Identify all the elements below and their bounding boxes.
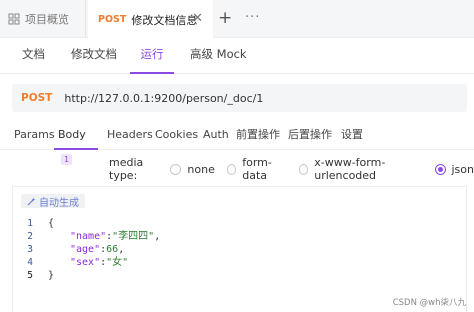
tab-project-overview[interactable]: 项目概览 — [0, 0, 86, 38]
radio-none[interactable] — [170, 163, 182, 175]
tab-post-actions[interactable]: 后置操作 — [288, 122, 332, 150]
tab-run[interactable]: 运行 — [130, 38, 174, 74]
media-option-none-label: none — [187, 162, 215, 176]
json-body-editor[interactable]: 自动生成 1 { 2 "name":"李四四", 3 "age":66, 4 "… — [12, 186, 467, 312]
tab-headers[interactable]: Headers — [107, 122, 153, 150]
tab-body[interactable]: Body 1 — [54, 122, 98, 165]
code-text: "age":66, — [70, 244, 125, 255]
code-line: 5 } — [13, 269, 466, 282]
code-line: 1 { — [13, 217, 466, 230]
overview-icon — [8, 13, 20, 25]
tab-edit-doc[interactable]: 修改文档 — [71, 38, 117, 74]
line-number: 3 — [27, 244, 33, 255]
radio-form-data[interactable] — [226, 163, 237, 175]
magic-wand-icon — [27, 197, 36, 205]
auto-generate-button[interactable]: 自动生成 — [21, 194, 85, 209]
code-text: { — [48, 218, 55, 229]
add-tab-icon[interactable]: + — [218, 8, 232, 28]
media-option-urlencoded-label: x-www-form-urlencoded — [314, 156, 386, 182]
line-number: 5 — [27, 270, 33, 281]
request-url-bar[interactable]: POST http://127.0.0.1:9200/person/_doc/1 — [12, 84, 467, 112]
json-key: "age" — [70, 244, 101, 255]
url-input[interactable]: http://127.0.0.1:9200/person/_doc/1 — [64, 92, 263, 105]
line-number: 1 — [27, 218, 33, 229]
code-line: 2 "name":"李四四", — [13, 230, 466, 243]
media-option-form-data[interactable]: form-data — [226, 156, 287, 182]
tab-body-label: Body — [58, 128, 86, 141]
tab-docs[interactable]: 文档 — [22, 38, 45, 74]
code-text: "sex":"女" — [70, 257, 129, 268]
auto-generate-label: 自动生成 — [39, 197, 79, 209]
code-line: 3 "age":66, — [13, 243, 466, 256]
radio-urlencoded[interactable] — [298, 163, 309, 175]
media-option-none[interactable]: none — [170, 162, 215, 176]
top-tab-bar: 项目概览 POST 修改文档信息 ✕ + ··· — [0, 0, 474, 39]
editor-toolbar: 自动生成 — [13, 187, 466, 215]
media-option-json[interactable]: json — [434, 162, 474, 176]
media-type-selector: media type: none form-data x-www-form-ur… — [109, 156, 474, 182]
close-icon[interactable]: ✕ — [192, 12, 203, 25]
media-option-form-data-label: form-data — [242, 156, 272, 182]
tab-pre-actions[interactable]: 前置操作 — [236, 122, 280, 150]
tab-method-badge: POST — [98, 14, 127, 25]
tab-auth[interactable]: Auth — [203, 122, 229, 150]
tab-edit-document[interactable]: POST 修改文档信息 ✕ — [88, 0, 213, 39]
tab-settings[interactable]: 设置 — [341, 122, 363, 150]
tab-advanced-mock[interactable]: 高级 Mock — [190, 38, 247, 74]
code-area[interactable]: 1 { 2 "name":"李四四", 3 "age":66, 4 "sex":… — [13, 217, 466, 282]
method-label[interactable]: POST — [21, 92, 52, 104]
media-option-json-label: json — [451, 162, 474, 176]
tab-project-overview-label: 项目概览 — [25, 13, 69, 26]
json-value: "李四四" — [112, 231, 155, 242]
line-number: 4 — [27, 257, 33, 268]
code-text: } — [48, 270, 55, 281]
sub-tab-bar: 文档 修改文档 运行 高级 Mock — [0, 38, 474, 74]
radio-json[interactable] — [434, 163, 446, 175]
json-value: "女" — [106, 257, 129, 268]
tab-cookies[interactable]: Cookies — [155, 122, 198, 150]
code-text: "name":"李四四", — [70, 231, 161, 242]
body-count-badge: 1 — [61, 154, 73, 165]
media-type-label: media type: — [109, 156, 144, 182]
tab-params[interactable]: Params — [14, 122, 55, 150]
watermark: CSDN @wh柒八九 — [392, 298, 466, 308]
media-option-urlencoded[interactable]: x-www-form-urlencoded — [298, 156, 425, 182]
json-value: 66 — [106, 244, 119, 255]
app-window: 项目概览 POST 修改文档信息 ✕ + ··· 文档 修改文档 运行 高级 M… — [0, 0, 474, 312]
json-key: "name" — [70, 231, 107, 242]
line-number: 2 — [27, 231, 33, 242]
json-key: "sex" — [70, 257, 101, 268]
tab-edit-document-label: 修改文档信息 — [131, 13, 198, 27]
more-icon[interactable]: ··· — [245, 9, 260, 27]
code-line: 4 "sex":"女" — [13, 256, 466, 269]
request-tab-bar: Params Body 1 Headers Cookies Auth 前置操作 后… — [0, 122, 474, 165]
